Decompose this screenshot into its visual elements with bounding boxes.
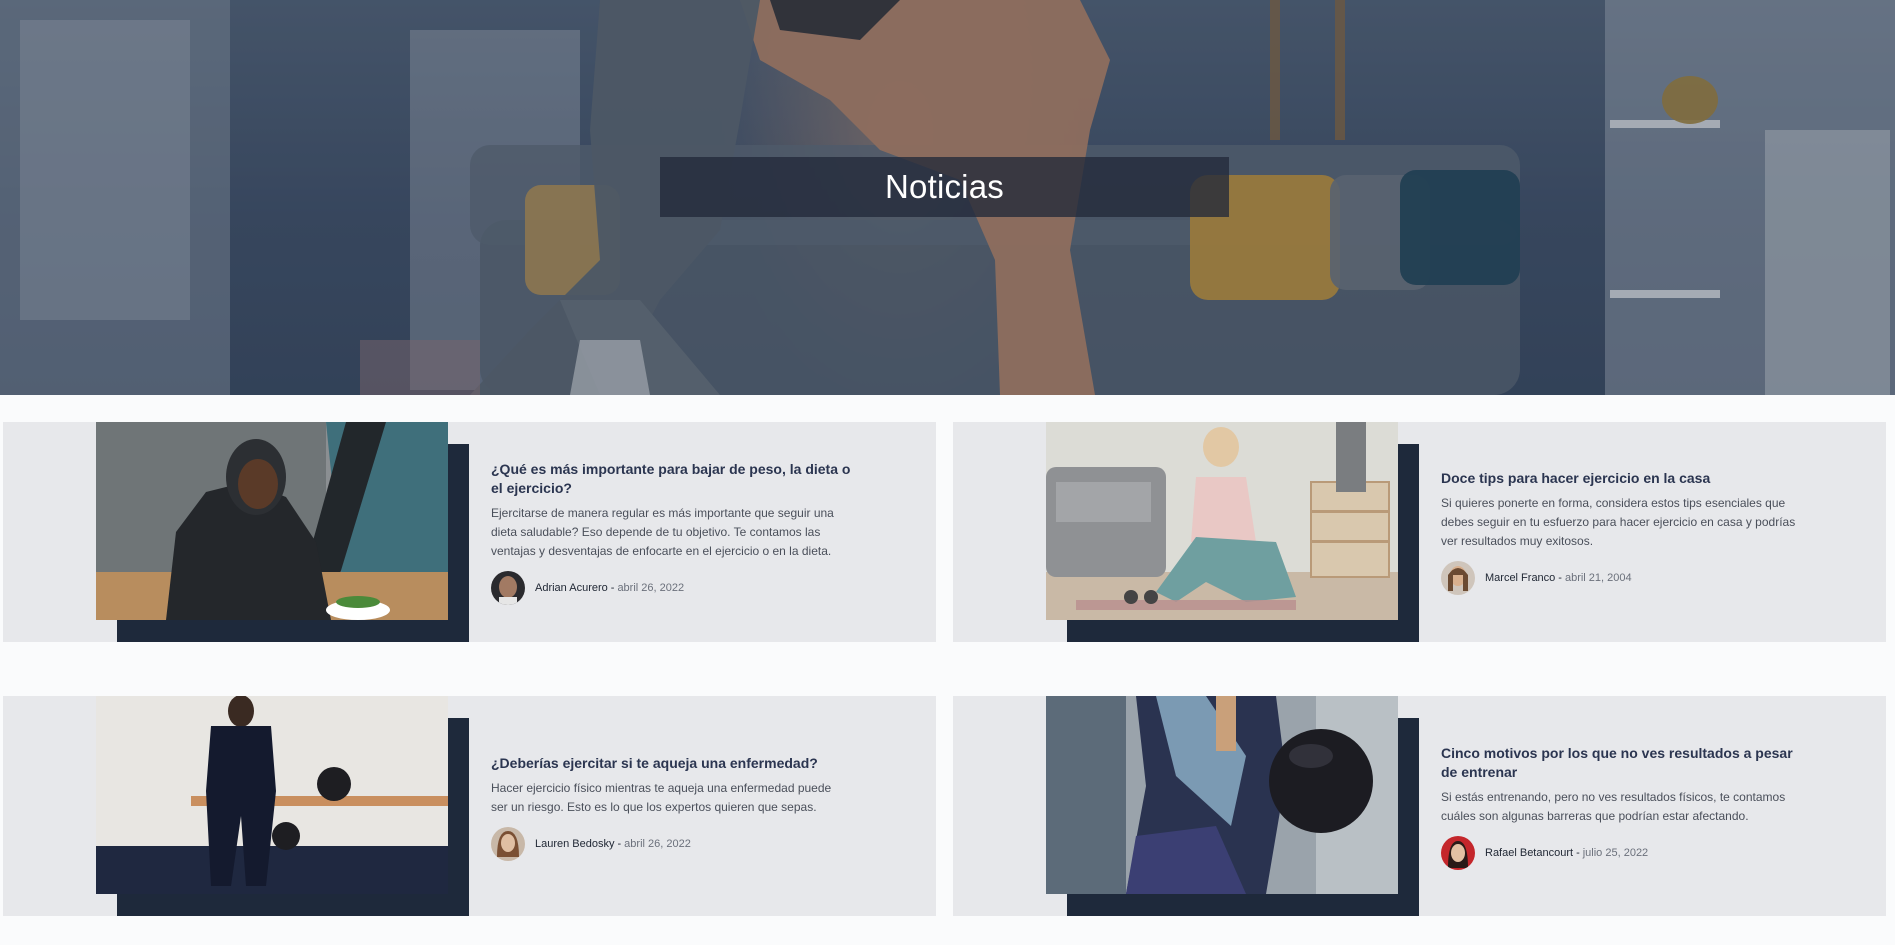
news-card[interactable]: Cinco motivos por los que no ves resulta… [953,696,1886,916]
article-title[interactable]: ¿Deberías ejercitar si te aqueja una enf… [491,754,851,773]
author-avatar [1441,836,1475,870]
article-image[interactable] [1046,422,1398,620]
article-meta: Adrian Acurero - abril 26, 2022 [491,571,851,605]
page-title: Noticias [885,168,1004,205]
article-image[interactable] [96,696,448,894]
hero-banner: Noticias [0,0,1895,395]
article-excerpt: Hacer ejercicio físico mientras te aquej… [491,781,832,814]
author-name[interactable]: Rafael Betancourt [1485,847,1573,859]
article-image[interactable] [1046,696,1398,894]
news-card[interactable]: Doce tips para hacer ejercicio en la cas… [953,422,1886,642]
article-excerpt: Si estás entrenando, pero no ves resulta… [1441,790,1786,823]
author-avatar [1441,561,1475,595]
article-date: julio 25, 2022 [1582,847,1649,859]
article-excerpt: Ejercitarse de manera regular es más imp… [491,506,834,558]
article-image[interactable] [96,422,448,620]
author-name[interactable]: Adrian Acurero [535,582,608,594]
meta-separator: - [1558,572,1562,584]
meta-separator: - [1576,847,1580,859]
meta-separator: - [610,582,615,594]
hero-title-box: Noticias [660,157,1229,217]
article-title[interactable]: Cinco motivos por los que no ves resulta… [1441,744,1801,782]
article-date: abril 21, 2004 [1564,572,1632,584]
author-avatar [491,827,525,861]
article-title[interactable]: Doce tips para hacer ejercicio en la cas… [1441,469,1801,488]
article-date: abril 26, 2022 [624,838,691,850]
article-date: abril 26, 2022 [617,582,685,594]
article-title[interactable]: ¿Qué es más importante para bajar de pes… [491,460,851,498]
meta-separator: - [617,838,622,850]
article-meta: Marcel Franco - abril 21, 2004 [1441,561,1801,595]
article-meta: Lauren Bedosky - abril 26, 2022 [491,827,851,861]
news-card[interactable]: ¿Deberías ejercitar si te aqueja una enf… [3,696,936,916]
author-name[interactable]: Marcel Franco [1485,572,1555,584]
news-card[interactable]: ¿Qué es más importante para bajar de pes… [3,422,936,642]
article-meta: Rafael Betancourt - julio 25, 2022 [1441,836,1801,870]
article-excerpt: Si quieres ponerte en forma, considera e… [1441,496,1796,548]
author-avatar [491,571,525,605]
author-name[interactable]: Lauren Bedosky [535,838,615,850]
